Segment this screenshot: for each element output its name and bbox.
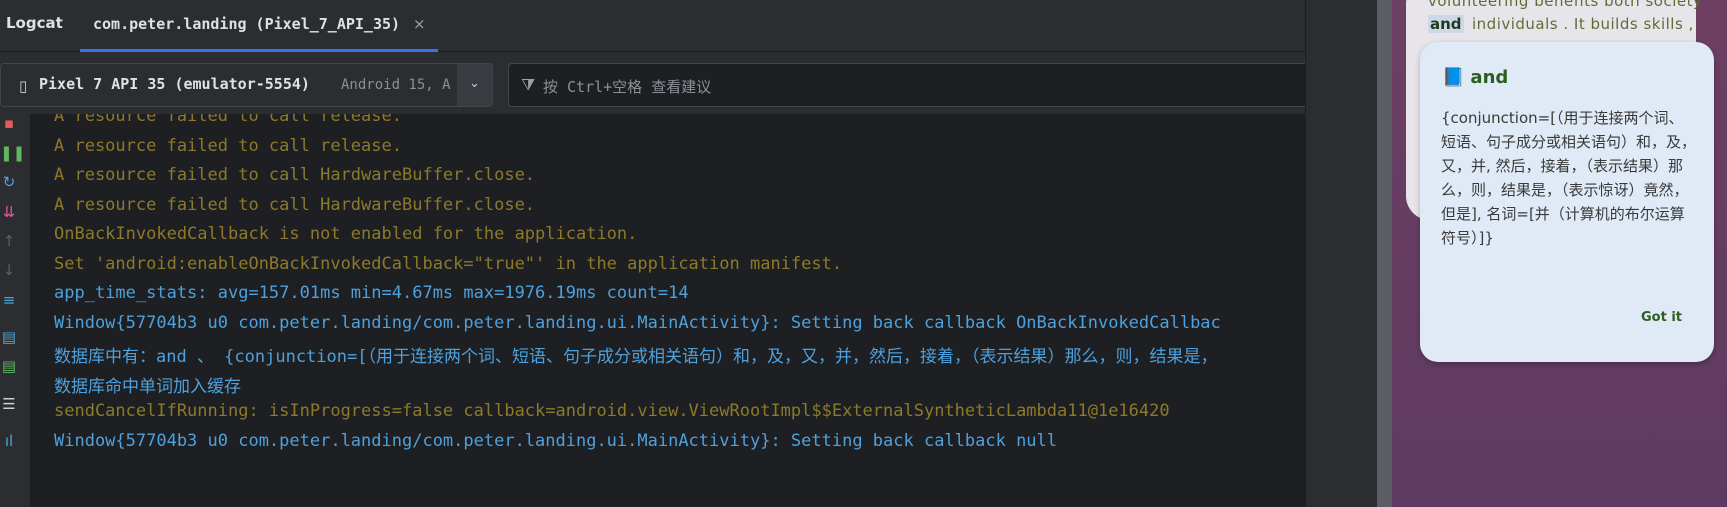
chevron-down-icon[interactable]: ⌄	[457, 64, 492, 106]
log-line: 数据库命中单词加入缓存	[54, 376, 241, 397]
scroll-to-end-icon[interactable]: ⇊	[0, 203, 18, 221]
filter-placeholder: 按 Ctrl+空格 查看建议	[543, 78, 712, 96]
word-definition-dialog: 📘 and {conjunction=[（用于连接两个词、短语、句子成分或相关语句…	[1420, 42, 1714, 362]
dialog-title: 📘 and	[1442, 67, 1508, 88]
pause-icon[interactable]: ❚❚	[0, 144, 25, 162]
restart-icon[interactable]: ↻	[0, 173, 18, 191]
tab-device-log[interactable]: com.peter.landing (Pixel_7_API_35) ×	[80, 0, 438, 52]
active-tab-indicator	[80, 49, 438, 52]
trash-icon[interactable]: ▪	[0, 114, 18, 132]
logcat-toolbar: ▯ Pixel 7 API 35 (emulator-5554) Android…	[0, 53, 1305, 113]
soft-wrap-icon[interactable]: ≡	[0, 291, 18, 309]
highlighted-word[interactable]: and	[1428, 15, 1464, 33]
log-line: A resource failed to call release.	[54, 114, 402, 126]
device-name: Pixel 7 API 35 (emulator-5554)	[39, 75, 310, 93]
log-line: Window{57704b3 u0 com.peter.landing/com.…	[54, 430, 1058, 451]
log-line: Set 'android:enableOnBackInvokedCallback…	[54, 253, 843, 274]
log-line: OnBackInvokedCallback is not enabled for…	[54, 224, 638, 244]
logcat-sidebar: ▪ ❚❚ ↻ ⇊ ↑ ↓ ≡ ▤ ▤ ☰ ıl	[0, 114, 28, 507]
tab-bar: Logcat com.peter.landing (Pixel_7_API_35…	[0, 0, 1305, 52]
dialog-definition: {conjunction=[（用于连接两个词、短语、句子成分或相关语句）和，及，…	[1441, 109, 1697, 247]
waveform-icon[interactable]: ıl	[0, 432, 18, 450]
log-line: Window{57704b3 u0 com.peter.landing/com.…	[54, 312, 1221, 333]
device-selector[interactable]: ▯ Pixel 7 API 35 (emulator-5554) Android…	[0, 63, 493, 107]
file-export-icon[interactable]: ▤	[0, 357, 18, 375]
log-line: sendCancelIfRunning: isInProgress=false …	[54, 401, 1170, 421]
article-text-line-1: volunteering benefits both society	[1428, 0, 1703, 10]
device-os: Android 15, A	[341, 77, 451, 93]
down-arrow-icon[interactable]: ↓	[0, 261, 18, 279]
filter-input[interactable]: ⧩ 按 Ctrl+空格 查看建议	[508, 63, 1305, 107]
log-output[interactable]: A resource failed to call release. A reso…	[30, 114, 1305, 507]
emulator-screen: volunteering benefits both society and i…	[1392, 0, 1727, 507]
list-icon[interactable]: ☰	[0, 395, 18, 413]
tab-device-log-label: com.peter.landing (Pixel_7_API_35)	[93, 15, 401, 33]
log-line: A resource failed to call HardwareBuffer…	[54, 165, 536, 185]
filter-icon: ⧩	[521, 75, 536, 94]
book-icon: 📘	[1442, 67, 1465, 88]
logcat-panel: Logcat com.peter.landing (Pixel_7_API_35…	[0, 0, 1305, 507]
log-line: A resource failed to call release.	[54, 135, 402, 156]
article-text-line-2: individuals . It builds skills ,	[1472, 15, 1694, 33]
logcat-title: Logcat	[6, 14, 63, 32]
scrollbar[interactable]	[1377, 0, 1392, 507]
device-icon: ▯	[19, 77, 28, 95]
dialog-word: and	[1470, 67, 1509, 88]
file-icon[interactable]: ▤	[0, 328, 18, 346]
panel-divider	[1305, 0, 1377, 507]
close-icon[interactable]: ×	[413, 15, 426, 33]
log-line: A resource failed to call HardwareBuffer…	[54, 194, 536, 215]
up-arrow-icon[interactable]: ↑	[0, 232, 18, 250]
log-line: 数据库中有：and 、 {conjunction=[（用于连接两个词、短语、句子…	[54, 347, 1218, 367]
got-it-button[interactable]: Got it	[1641, 310, 1682, 325]
log-line: app_time_stats: avg=157.01ms min=4.67ms …	[54, 283, 689, 303]
